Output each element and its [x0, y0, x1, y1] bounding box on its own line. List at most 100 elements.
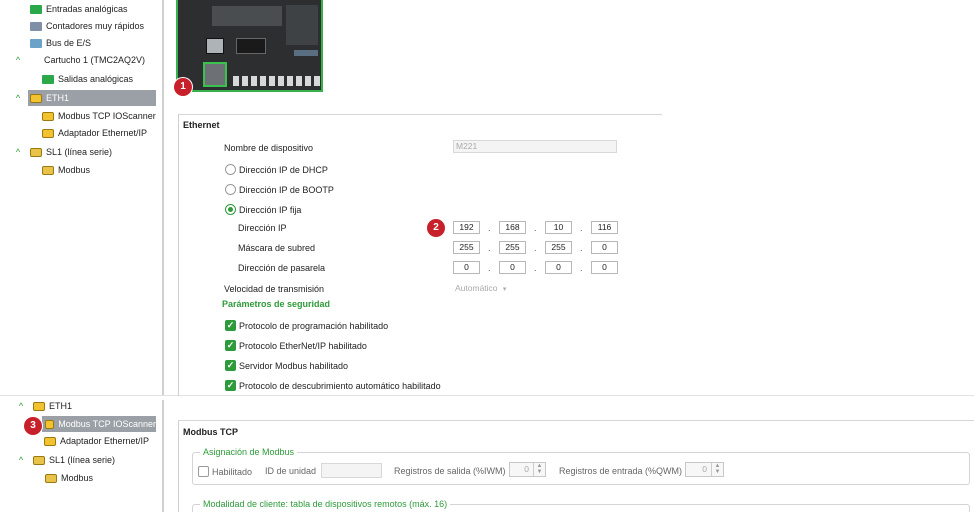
serial-line-icon	[42, 165, 54, 175]
mask-octet-3[interactable]: 255	[545, 241, 572, 254]
bus-icon	[30, 38, 42, 48]
tree-item-label: Modbus	[61, 473, 94, 483]
input-registers-value: 0	[702, 464, 707, 474]
checkbox-ethernetip-protocol[interactable]: ✓	[225, 340, 236, 351]
modbus-assignment-title: Asignación de Modbus	[200, 447, 298, 457]
output-registers-label: Registros de salida (%IWM)	[394, 466, 506, 476]
modbus-tcp-section-title: Modbus TCP	[183, 427, 238, 437]
pane-divider[interactable]	[162, 0, 164, 395]
chevron-up-icon[interactable]: ^	[13, 93, 23, 103]
counter-icon	[30, 21, 42, 31]
callout-badge-2: 2	[427, 219, 445, 237]
chevron-up-icon[interactable]: ^	[16, 455, 26, 465]
ethernet-panel-border	[178, 114, 662, 115]
output-registers-stepper[interactable]: 0 ▲ ▼	[509, 462, 546, 477]
security-params-title: Parámetros de seguridad	[222, 299, 331, 309]
input-registers-stepper[interactable]: 0 ▲ ▼	[685, 462, 724, 477]
tree-item-label: Adaptador Ethernet/IP	[60, 436, 150, 446]
ip-octet-3[interactable]: 10	[545, 221, 572, 234]
ip-dot: .	[580, 243, 583, 253]
ip-dot: .	[488, 243, 491, 253]
tree-item-bus-es[interactable]: Bus de E/S	[30, 35, 91, 51]
speed-label: Velocidad de transmisión	[224, 284, 325, 294]
device-name-field[interactable]: M221	[453, 140, 617, 153]
checkbox-modbus-server[interactable]: ✓	[225, 360, 236, 371]
tree-item-label: Salidas analógicas	[58, 74, 134, 84]
tree-item-eth1[interactable]: ETH1	[33, 398, 72, 414]
tree-item-modbus[interactable]: Modbus	[42, 162, 90, 178]
tree-item-modbus[interactable]: Modbus	[45, 470, 93, 486]
radio-ip-bootp[interactable]	[225, 184, 236, 195]
checkbox-auto-discovery[interactable]: ✓	[225, 380, 236, 391]
callout-badge-3: 3	[24, 417, 42, 435]
serial-line-icon	[30, 147, 42, 157]
tree-item-contadores[interactable]: Contadores muy rápidos	[30, 18, 144, 34]
tree-item-modbus-tcp-ioscanner-selected[interactable]: Modbus TCP IOScanner	[42, 416, 156, 432]
gateway-octet-1[interactable]: 0	[453, 261, 480, 274]
tree-item-label: SL1 (línea serie)	[46, 147, 113, 157]
chevron-up-icon[interactable]: ^	[13, 147, 23, 157]
stepper-arrows-icon[interactable]: ▲ ▼	[533, 463, 545, 476]
mask-octet-4[interactable]: 0	[591, 241, 618, 254]
gateway-octet-2[interactable]: 0	[499, 261, 526, 274]
speed-select-value: Automático	[455, 283, 498, 293]
chevron-up-icon[interactable]: ^	[13, 55, 23, 65]
chevron-up-icon[interactable]: ^	[16, 401, 26, 411]
tree-item-modbus-tcp-ioscanner[interactable]: Modbus TCP IOScanner	[42, 108, 156, 124]
ip-octet-1[interactable]: 192	[453, 221, 480, 234]
ethernet-port-highlight	[203, 62, 227, 87]
ip-dot: .	[488, 263, 491, 273]
gateway-octet-4[interactable]: 0	[591, 261, 618, 274]
ip-octet-2[interactable]: 168	[499, 221, 526, 234]
ethernet-icon	[42, 128, 54, 138]
tree-item-adaptador-ethernet-ip[interactable]: Adaptador Ethernet/IP	[42, 125, 147, 141]
mask-octet-1[interactable]: 255	[453, 241, 480, 254]
tree-item-label: Cartucho 1 (TMC2AQ2V)	[44, 55, 146, 65]
tree-item-label: Modbus TCP IOScanner	[58, 419, 156, 429]
client-mode-title: Modalidad de cliente: tabla de dispositi…	[200, 499, 451, 509]
ip-dot: .	[534, 243, 537, 253]
tree-item-sl1[interactable]: SL1 (línea serie)	[33, 452, 115, 468]
tree-item-cartucho[interactable]: Cartucho 1 (TMC2AQ2V)	[44, 52, 145, 68]
stepper-arrows-icon[interactable]: ▲ ▼	[711, 463, 723, 476]
mask-octet-2[interactable]: 255	[499, 241, 526, 254]
unit-id-label: ID de unidad	[265, 466, 317, 476]
speed-select[interactable]: Automático ▾	[453, 282, 515, 295]
ip-dhcp-label: Dirección IP de DHCP	[239, 165, 328, 175]
tree-item-salidas-analogicas[interactable]: Salidas analógicas	[42, 71, 133, 87]
checkbox-modbus-enabled[interactable]	[198, 466, 209, 477]
checkbox-programming-protocol[interactable]: ✓	[225, 320, 236, 331]
tree-item-label: SL1 (línea serie)	[49, 455, 116, 465]
analog-input-icon	[30, 4, 42, 14]
gateway-octet-3[interactable]: 0	[545, 261, 572, 274]
unit-id-field[interactable]	[321, 463, 382, 478]
ip-dot: .	[534, 223, 537, 233]
screenshot-separator	[0, 395, 974, 396]
modbus-panel-border	[178, 420, 179, 512]
tree-item-entradas-analogicas[interactable]: Entradas analógicas	[30, 1, 128, 17]
subnet-mask-label: Máscara de subred	[238, 243, 316, 253]
ip-bootp-label: Dirección IP de BOOTP	[239, 185, 334, 195]
ethernet-icon	[45, 419, 55, 429]
radio-ip-dhcp[interactable]	[225, 164, 236, 175]
gateway-label: Dirección de pasarela	[238, 263, 326, 273]
analog-output-icon	[42, 74, 54, 84]
ethernet-icon	[33, 401, 45, 411]
pane-divider[interactable]	[162, 400, 164, 512]
ip-octet-4[interactable]: 116	[591, 221, 618, 234]
tree-item-sl1[interactable]: SL1 (línea serie)	[30, 144, 112, 160]
radio-ip-fixed[interactable]	[225, 204, 236, 215]
ethernet-icon	[44, 436, 56, 446]
tree-item-eth1-selected[interactable]: ETH1	[28, 90, 156, 106]
tree-item-label: Contadores muy rápidos	[46, 21, 145, 31]
ethernet-icon	[42, 111, 54, 121]
tree-item-label: Modbus	[58, 165, 91, 175]
ip-dot: .	[580, 263, 583, 273]
callout-badge-1: 1	[174, 78, 192, 96]
ethernet-section-title: Ethernet	[183, 120, 220, 130]
ethernet-panel-border	[178, 114, 179, 396]
modbus-panel-border	[178, 420, 974, 421]
ip-dot: .	[534, 263, 537, 273]
ip-address-label: Dirección IP	[238, 223, 287, 233]
tree-item-adaptador-ethernet-ip[interactable]: Adaptador Ethernet/IP	[44, 433, 149, 449]
